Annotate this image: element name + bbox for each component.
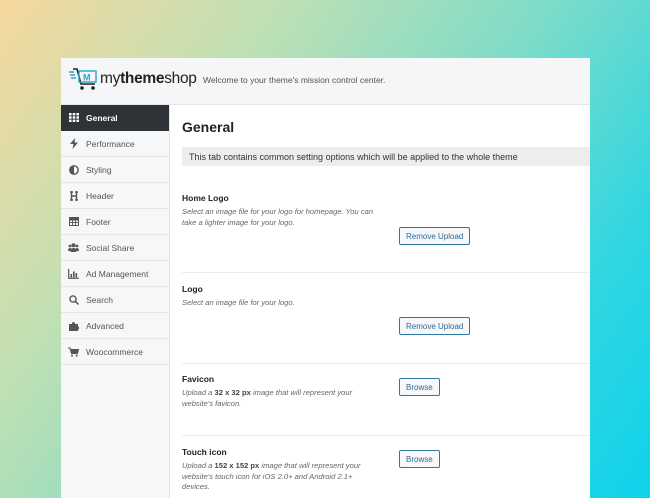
option-home-logo: Home Logo Select an image file for your … [182,182,590,273]
sidebar-item-label: Ad Management [86,268,149,279]
sidebar-item-label: Performance [86,138,135,149]
sidebar-item-label: Search [86,294,113,305]
sidebar-item-label: Footer [86,216,111,227]
grid-icon [68,112,79,123]
settings-panel: M mythemeshop Welcome to your theme's mi… [61,58,590,498]
desc-text: Upload a [182,461,215,470]
sidebar-item-styling[interactable]: Styling [61,157,169,183]
cart-logo-icon: M [69,68,97,90]
header-icon [68,190,79,201]
logo-wordmark: mythemeshop [100,70,197,88]
sidebar-item-label: General [86,112,118,123]
option-favicon: Favicon Upload a 32 x 32 px image that w… [182,364,590,436]
bar-chart-icon [68,268,79,279]
option-title: Home Logo [182,193,229,203]
logo-text-suffix: shop [164,70,197,87]
svg-text:M: M [83,73,91,83]
sidebar-item-header[interactable]: Header [61,183,169,209]
sidebar-item-general[interactable]: General [61,105,169,131]
search-icon [68,294,79,305]
sidebar-item-ad-management[interactable]: Ad Management [61,261,169,287]
sidebar: General Performance Styling Header Foote… [61,105,170,498]
browse-button[interactable]: Browse [399,378,440,396]
desc-size: 152 x 152 px [214,461,260,470]
sidebar-item-label: Woocommerce [86,346,143,357]
table-icon [68,216,79,227]
option-title: Favicon [182,374,215,384]
header-tagline: Welcome to your theme's mission control … [203,75,386,85]
option-touch-icon: Touch icon Upload a 152 x 152 px image t… [182,436,590,498]
option-logo: Logo Select an image file for your logo.… [182,273,590,364]
top-bar: M mythemeshop Welcome to your theme's mi… [61,58,590,105]
logo-text-bold: theme [120,70,165,87]
users-icon [68,242,79,253]
remove-upload-button[interactable]: Remove Upload [399,317,471,335]
sidebar-item-social-share[interactable]: Social Share [61,235,169,261]
logo-text-prefix: my [100,70,121,87]
page-title: General [182,119,235,135]
sidebar-item-label: Social Share [86,242,135,253]
option-description: Select an image file for your logo. [182,298,295,307]
remove-upload-button[interactable]: Remove Upload [399,227,471,245]
sidebar-item-label: Advanced [86,320,124,331]
cart-icon [68,346,79,357]
option-description: Upload a 32 x 32 px image that will repr… [182,388,382,409]
contrast-icon [68,164,79,175]
main-content: General This tab contains common setting… [170,105,590,498]
desc-text: Upload a [182,388,215,397]
sidebar-item-label: Header [86,190,114,201]
sidebar-item-performance[interactable]: Performance [61,131,169,157]
sidebar-item-search[interactable]: Search [61,287,169,313]
sidebar-item-label: Styling [86,164,112,175]
option-title: Logo [182,284,203,294]
sidebar-item-footer[interactable]: Footer [61,209,169,235]
option-title: Touch icon [182,447,227,457]
bolt-icon [68,138,79,149]
sidebar-item-woocommerce[interactable]: Woocommerce [61,339,169,365]
option-description: Select an image file for your logo for h… [182,207,374,227]
tab-notice: This tab contains common setting options… [182,147,590,166]
browse-button[interactable]: Browse [399,450,440,468]
puzzle-icon [68,320,79,331]
sidebar-item-advanced[interactable]: Advanced [61,313,169,339]
brand-logo[interactable]: M mythemeshop [69,67,197,91]
desc-size: 32 x 32 px [214,388,251,397]
option-description: Upload a 152 x 152 px image that will re… [182,461,382,493]
